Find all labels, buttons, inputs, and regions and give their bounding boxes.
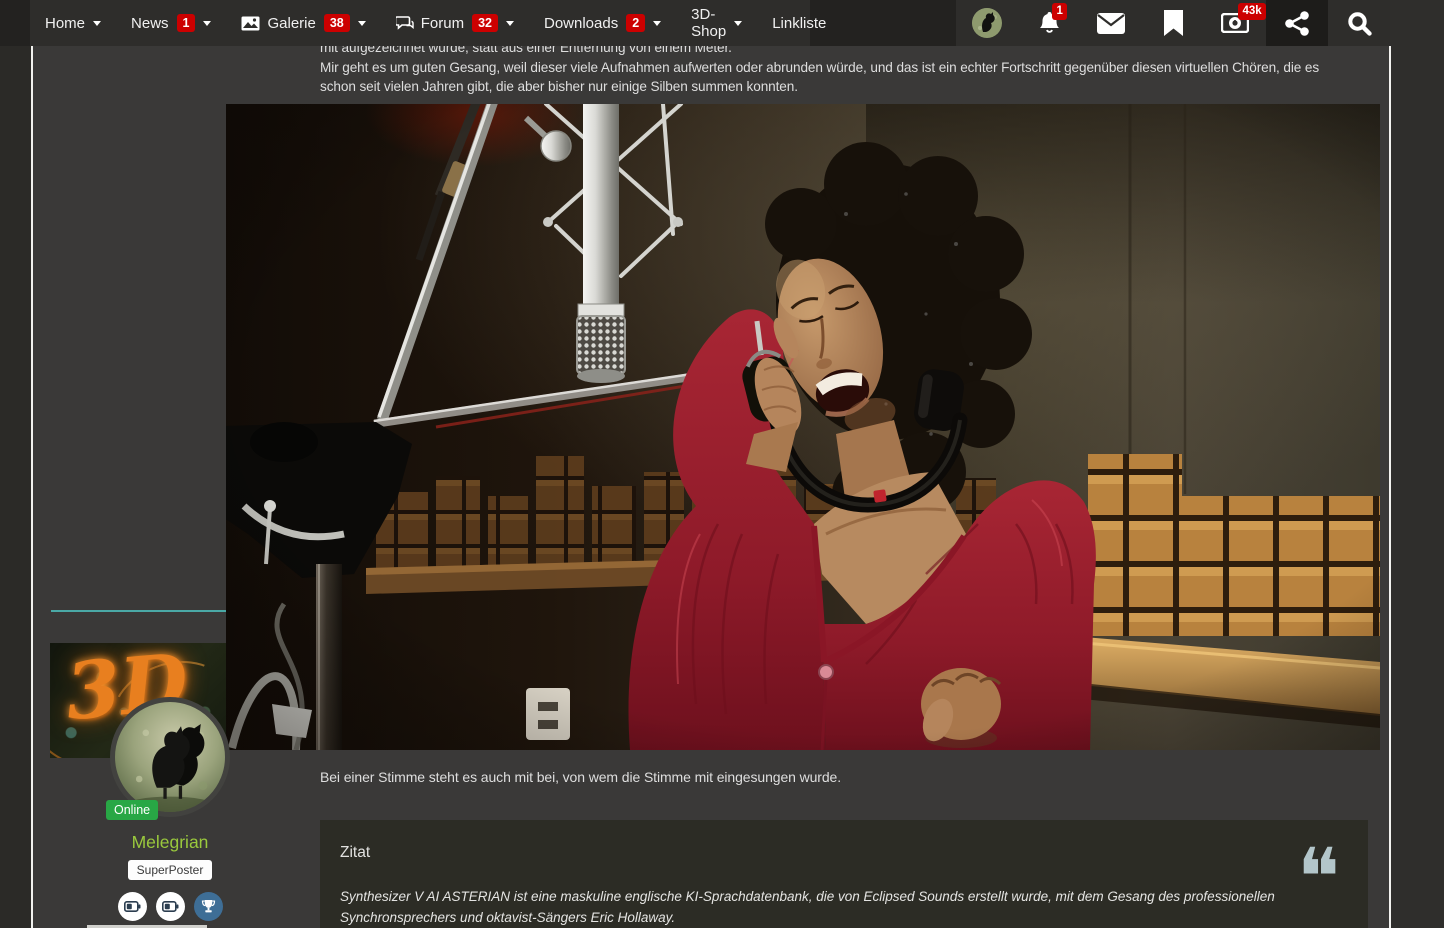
user-avatar-mini bbox=[972, 8, 1002, 38]
chevron-down-icon bbox=[93, 20, 102, 26]
nav-downloads[interactable]: Downloads 2 bbox=[529, 0, 676, 46]
nav-home-label: Home bbox=[45, 14, 86, 32]
user-panel: 1 43k bbox=[956, 0, 1390, 46]
user-trophy-badges bbox=[60, 892, 280, 921]
quote-box: Zitat Synthesizer V AI ASTERIAN ist eine… bbox=[320, 820, 1368, 928]
quote-text-line: Synchronsprechers und oktavist-Sängers E… bbox=[340, 910, 676, 925]
nav-news-label: News bbox=[131, 14, 169, 32]
downloads-count-badge: 2 bbox=[626, 13, 646, 33]
chevron-down-icon bbox=[653, 20, 662, 26]
post-text-line: Mir geht es um guten Gesang, weil dieser… bbox=[320, 59, 1320, 75]
share-button[interactable] bbox=[1266, 0, 1328, 46]
nav-downloads-label: Downloads bbox=[544, 14, 619, 32]
user-avatar[interactable] bbox=[110, 697, 230, 817]
quote-title: Zitat bbox=[340, 844, 371, 861]
post-paragraph: mit aufgezeichnet wurde, statt aus einer… bbox=[320, 38, 1319, 97]
content-left-border bbox=[31, 46, 33, 928]
battery-badge-icon[interactable] bbox=[117, 892, 147, 921]
nav-linkliste[interactable]: Linkliste bbox=[757, 0, 841, 46]
nav-linkliste-label: Linkliste bbox=[772, 14, 827, 32]
share-icon bbox=[1284, 10, 1309, 36]
envelope-icon bbox=[1097, 12, 1125, 34]
chevron-down-icon bbox=[203, 20, 212, 26]
nav-news[interactable]: News 1 bbox=[116, 0, 226, 46]
quote-text-line: Synthesizer V AI ASTERIAN ist eine masku… bbox=[340, 889, 1275, 904]
forum-count-badge: 32 bbox=[472, 13, 498, 33]
nav-3d-shop-label: 3D-Shop bbox=[691, 6, 727, 40]
user-rank-badge: SuperPoster bbox=[60, 860, 280, 880]
user-menu-button[interactable] bbox=[956, 0, 1018, 46]
quote-text: Synthesizer V AI ASTERIAN ist eine masku… bbox=[340, 886, 1275, 928]
messages-button[interactable] bbox=[1080, 0, 1142, 46]
chevron-down-icon bbox=[357, 20, 366, 26]
user-rank-label: SuperPoster bbox=[127, 860, 213, 880]
nav-forum-label: Forum bbox=[420, 14, 465, 32]
post-separator-line bbox=[51, 610, 226, 612]
nav-forum[interactable]: Forum 32 bbox=[381, 0, 529, 46]
nav-home[interactable]: Home bbox=[30, 0, 116, 46]
post-text-line: Bei einer Stimme steht es auch mit bei, … bbox=[320, 769, 842, 785]
trophy-badge-icon[interactable] bbox=[193, 892, 223, 921]
online-status-badge: Online bbox=[106, 800, 159, 820]
image-icon bbox=[241, 16, 260, 31]
galerie-count-badge: 38 bbox=[323, 13, 350, 33]
content-right-border bbox=[1389, 46, 1391, 928]
search-icon bbox=[1347, 11, 1372, 36]
nav-galerie[interactable]: Galerie 38 bbox=[226, 0, 380, 46]
news-count-badge: 1 bbox=[176, 13, 196, 33]
chevron-down-icon bbox=[506, 20, 514, 26]
wallet-count-badge: 43k bbox=[1238, 3, 1267, 20]
username-link[interactable]: Melegrian bbox=[60, 832, 280, 853]
nav-galerie-label: Galerie bbox=[267, 14, 316, 32]
top-navigation-bar: Home News 1 Galerie 38 Forum 32 Download… bbox=[0, 0, 1390, 46]
post-image[interactable] bbox=[226, 104, 1380, 750]
main-menu: Home News 1 Galerie 38 Forum 32 Download… bbox=[30, 0, 826, 46]
post-paragraph: Bei einer Stimme steht es auch mit bei, … bbox=[320, 768, 841, 788]
chevron-down-icon bbox=[734, 20, 743, 26]
battery-badge-icon[interactable] bbox=[155, 892, 185, 921]
wallet-button[interactable]: 43k bbox=[1204, 0, 1267, 46]
post-text-line: schon seit vielen Jahren gibt, die aber … bbox=[320, 79, 798, 94]
comments-icon bbox=[395, 15, 414, 31]
notifications-button[interactable]: 1 bbox=[1018, 0, 1080, 46]
search-button[interactable] bbox=[1328, 0, 1390, 46]
avatar-birds-illustration bbox=[126, 724, 214, 812]
quote-mark-icon: ❝ bbox=[1296, 831, 1340, 924]
bookmark-icon bbox=[1163, 10, 1183, 36]
nav-3d-shop[interactable]: 3D-Shop bbox=[676, 0, 757, 46]
studio-photo-illustration bbox=[226, 104, 1380, 750]
page-left-margin bbox=[0, 46, 31, 928]
bookmarks-button[interactable] bbox=[1142, 0, 1204, 46]
notification-count-badge: 1 bbox=[1052, 3, 1068, 20]
